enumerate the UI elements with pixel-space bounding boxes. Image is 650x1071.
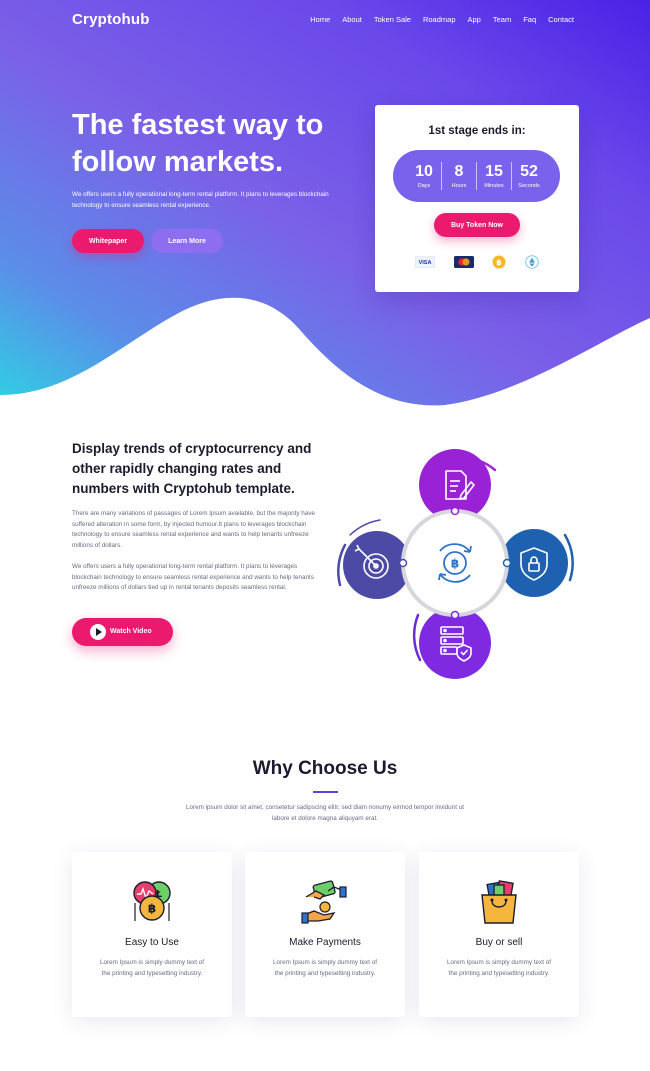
countdown-seconds: 52 Seconds <box>512 162 546 191</box>
learn-more-button[interactable]: Learn More <box>151 229 223 253</box>
nav-link-about[interactable]: About <box>342 15 362 24</box>
visa-icon: VISA <box>415 256 435 268</box>
nav-link-app[interactable]: App <box>468 15 481 24</box>
nav-link-faq[interactable]: Faq <box>523 15 536 24</box>
countdown-minutes-value: 15 <box>485 162 503 180</box>
nav-links: Home About Token Sale Roadmap App Team F… <box>298 15 574 24</box>
countdown-hours-value: 8 <box>454 162 464 180</box>
countdown-title: 1st stage ends in: <box>428 125 526 137</box>
feature-card-buy-or-sell[interactable]: Buy or sell Lorem Ipsum is simply dummy … <box>419 852 579 1017</box>
countdown-days-label: Days <box>417 182 431 189</box>
countdown-minutes-label: Minutes <box>484 182 504 189</box>
nav-link-roadmap[interactable]: Roadmap <box>423 15 456 24</box>
svg-text:฿: ฿ <box>497 258 502 267</box>
countdown-days-value: 10 <box>415 162 433 180</box>
svg-text:฿: ฿ <box>148 902 156 916</box>
logo[interactable]: Cryptohub <box>72 11 150 28</box>
mastercard-icon <box>453 256 474 268</box>
visa-icon-text: VISA <box>419 260 432 266</box>
countdown-seconds-value: 52 <box>520 162 538 180</box>
buy-token-button[interactable]: Buy Token Now <box>434 213 520 237</box>
shopping-bag-icon <box>481 880 517 924</box>
countdown-hours-label: Hours <box>451 182 467 189</box>
feature-card-text: Lorem Ipsum is simply dummy text of the … <box>273 959 377 977</box>
top-navigation: Cryptohub Home About Token Sale Roadmap … <box>0 0 650 42</box>
why-title: Why Choose Us <box>252 758 398 779</box>
bitcoin-icon: ฿ <box>492 255 506 269</box>
crypto-coins-icon: Ł ฿ <box>133 881 171 921</box>
watch-video-button[interactable]: Watch Video <box>72 618 173 646</box>
nav-link-home[interactable]: Home <box>310 15 330 24</box>
countdown-timer: 10 Days 8 Hours 15 Minutes 52 Seconds <box>393 150 560 202</box>
countdown-card: 1st stage ends in: 10 Days 8 Hours 15 Mi… <box>375 105 579 292</box>
countdown-minutes: 15 Minutes <box>477 162 511 191</box>
countdown-hours: 8 Hours <box>442 162 476 191</box>
feature-card-make-payments[interactable]: Make Payments Lorem Ipsum is simply dumm… <box>245 852 405 1017</box>
nav-link-team[interactable]: Team <box>493 15 511 24</box>
play-icon <box>90 624 106 640</box>
feature-card-title: Make Payments <box>289 937 361 948</box>
countdown-days: 10 Days <box>407 162 441 191</box>
feature-card-title: Easy to Use <box>125 937 179 948</box>
feature-card-text: Lorem Ipsum is simply dummy text of the … <box>100 959 204 977</box>
hero-description: We offers users a fully operational long… <box>72 191 329 209</box>
ethereum-icon <box>525 255 539 269</box>
hero-title: The fastest way to follow markets. <box>72 109 324 178</box>
feature-card-text: Lorem Ipsum is simply dummy text of the … <box>447 959 551 977</box>
hand-payment-icon <box>301 880 347 924</box>
hero-section: Cryptohub Home About Token Sale Roadmap … <box>0 0 650 410</box>
crypto-features-diagram: ฿ <box>337 449 574 679</box>
payment-methods: VISA ฿ <box>415 255 539 269</box>
about-paragraph: There are many variations of passages of… <box>72 510 315 549</box>
svg-text:฿: ฿ <box>451 557 459 571</box>
watch-video-label: Watch Video <box>110 628 152 635</box>
about-paragraph: We offers users a fully operational long… <box>72 563 314 591</box>
feature-card-title: Buy or sell <box>475 937 523 948</box>
whitepaper-button[interactable]: Whitepaper <box>72 229 144 253</box>
about-title: Display trends of cryptocurrency and oth… <box>72 441 312 496</box>
feature-card-easy-to-use[interactable]: Ł ฿ Easy to Use Lorem Ipsum is simply du… <box>72 852 232 1017</box>
why-description: Lorem ipsum dolor sit amet, consetetur s… <box>186 804 464 822</box>
title-underline <box>313 791 338 793</box>
countdown-seconds-label: Seconds <box>518 182 540 189</box>
nav-link-contact[interactable]: Contact <box>548 15 574 24</box>
nav-link-token-sale[interactable]: Token Sale <box>374 15 411 24</box>
